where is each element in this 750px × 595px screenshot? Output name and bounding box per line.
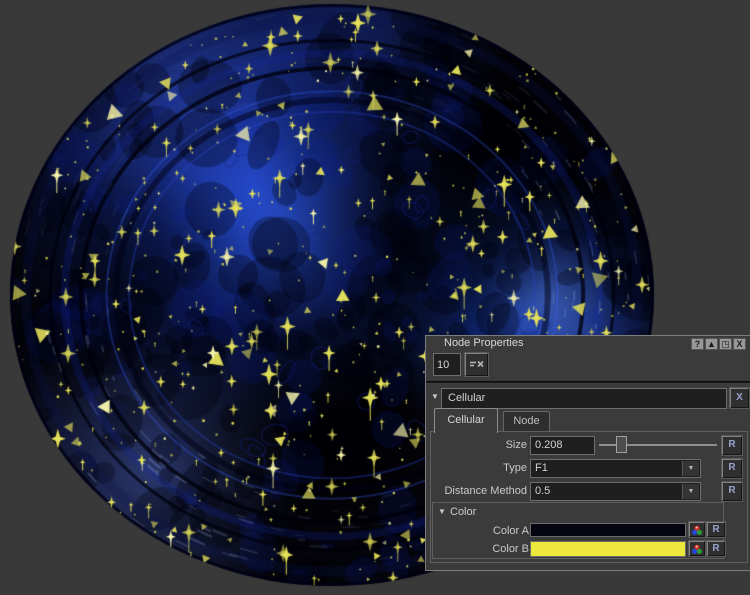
tab-cellular[interactable]: Cellular: [434, 408, 498, 433]
color-group: ▼ Color Color A R Color B: [432, 502, 724, 559]
select-node-icon: [469, 359, 484, 371]
app-window: Node Properties ? ▲ ◳ X ▼ Cellular X Cel…: [0, 0, 750, 595]
distance-method-reset-button[interactable]: R: [722, 482, 742, 501]
size-reset-button[interactable]: R: [722, 436, 742, 455]
type-dropdown[interactable]: F1 ▼: [530, 459, 701, 478]
panel-title: Node Properties: [444, 337, 524, 349]
chevron-down-icon[interactable]: ▼: [682, 484, 699, 499]
node-id-input[interactable]: [433, 353, 461, 376]
distance-method-label: Distance Method: [431, 481, 527, 501]
type-reset-button[interactable]: R: [722, 459, 742, 478]
color-group-header: Color: [450, 505, 476, 520]
delete-node-button[interactable]: X: [730, 388, 749, 408]
help-icon[interactable]: ?: [691, 338, 704, 350]
size-label: Size: [431, 435, 527, 455]
size-slider-handle[interactable]: [616, 436, 627, 453]
select-node-button[interactable]: [465, 353, 488, 376]
distance-method-value: 0.5: [535, 485, 550, 497]
collapse-panel-icon[interactable]: ▲: [705, 338, 718, 350]
rgb-picker-icon: [691, 544, 703, 555]
color-a-reset-button[interactable]: R: [707, 522, 725, 537]
panel-titlebar[interactable]: Node Properties ? ▲ ◳ X: [426, 336, 750, 352]
close-icon[interactable]: X: [733, 338, 746, 350]
color-b-swatch[interactable]: [530, 541, 686, 557]
type-label: Type: [431, 458, 527, 478]
chevron-down-icon[interactable]: ▼: [682, 461, 699, 476]
color-b-picker-button[interactable]: [689, 541, 705, 556]
node-collapse-icon[interactable]: ▼: [431, 392, 439, 401]
tab-node[interactable]: Node: [503, 411, 550, 431]
distance-method-dropdown[interactable]: 0.5 ▼: [530, 482, 701, 501]
titlebar-buttons: ? ▲ ◳ X: [691, 338, 746, 350]
color-collapse-icon[interactable]: ▼: [438, 507, 446, 516]
type-value: F1: [535, 462, 548, 474]
size-value-field[interactable]: 0.208: [530, 436, 595, 455]
color-a-label: Color A: [433, 521, 529, 541]
node-name-field[interactable]: Cellular: [441, 388, 727, 409]
color-b-label: Color B: [433, 539, 529, 559]
divider: [426, 381, 750, 383]
rgb-picker-icon: [691, 525, 703, 536]
color-b-reset-button[interactable]: R: [707, 541, 725, 556]
color-a-swatch[interactable]: [530, 523, 686, 537]
restore-icon[interactable]: ◳: [719, 338, 732, 350]
node-properties-panel: Node Properties ? ▲ ◳ X ▼ Cellular X Cel…: [425, 335, 750, 571]
color-a-picker-button[interactable]: [689, 522, 705, 537]
cellular-settings-group: Size 0.208 R Type F1 ▼ R Distance Method…: [430, 431, 748, 563]
